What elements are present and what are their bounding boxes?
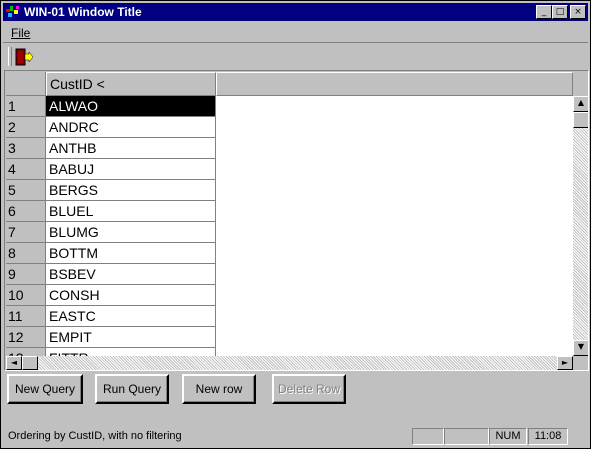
table-row[interactable]: 7 BLUMG [6, 222, 216, 243]
row-header[interactable]: 13 [6, 348, 46, 356]
row-header[interactable]: 8 [6, 243, 46, 264]
custid-cell[interactable]: ANTHB [46, 138, 216, 159]
status-message: Ordering by CustID, with no filtering [8, 430, 182, 442]
custid-cell[interactable]: ANDRC [46, 117, 216, 138]
vertical-scrollbar[interactable]: ▲ ▼ [573, 96, 588, 356]
status-clock: 11:08 [528, 428, 568, 445]
grid-corner[interactable] [6, 72, 46, 96]
row-header[interactable]: 5 [6, 180, 46, 201]
menu-file[interactable]: File [11, 26, 30, 40]
table-row[interactable]: 4 BABUJ [6, 159, 216, 180]
window-title: WIN-01 Window Title [24, 5, 142, 19]
row-header[interactable]: 1 [6, 96, 46, 117]
table-row[interactable]: 12 EMPIT [6, 327, 216, 348]
delete-row-button: Delete Row [272, 374, 346, 404]
custid-cell[interactable]: EASTC [46, 306, 216, 327]
new-query-button[interactable]: New Query [7, 374, 83, 404]
status-num-lock: NUM [489, 428, 527, 445]
maximize-button[interactable]: □ [552, 5, 568, 19]
minimize-button[interactable]: _ [536, 5, 552, 19]
data-grid: CustID < 1 ALWAO 2 ANDRC 3 ANTHB 4 BABUJ 5 BERGS 6… [4, 70, 589, 371]
custid-cell[interactable]: CONSH [46, 285, 216, 306]
title-bar[interactable]: WIN-01 Window Title _ □ × [3, 3, 588, 21]
close-button[interactable]: × [570, 5, 586, 19]
row-header[interactable]: 12 [6, 327, 46, 348]
table-row[interactable]: 1 ALWAO [6, 96, 216, 117]
door-exit-icon[interactable] [14, 47, 34, 67]
table-row[interactable]: 3 ANTHB [6, 138, 216, 159]
scroll-right-button[interactable]: ► [557, 356, 573, 370]
toolbar [3, 42, 588, 71]
app-icon [6, 6, 19, 17]
row-header[interactable]: 10 [6, 285, 46, 306]
custid-cell[interactable]: ALWAO [46, 96, 216, 117]
row-header[interactable]: 11 [6, 306, 46, 327]
status-bar: Ordering by CustID, with no filtering NU… [3, 425, 588, 447]
menu-bar: File [3, 23, 588, 42]
custid-cell[interactable]: BSBEV [46, 264, 216, 285]
table-row[interactable]: 8 BOTTM [6, 243, 216, 264]
status-panel-1 [412, 428, 444, 445]
toolbar-grip[interactable] [8, 47, 12, 66]
column-header-custid[interactable]: CustID < [46, 72, 216, 96]
custid-cell[interactable]: FITTR [46, 348, 216, 356]
custid-cell[interactable]: EMPIT [46, 327, 216, 348]
scroll-up-button[interactable]: ▲ [573, 96, 588, 112]
new-row-button[interactable]: New row [182, 374, 256, 404]
row-header[interactable]: 3 [6, 138, 46, 159]
status-panel-2 [444, 428, 489, 445]
horizontal-scrollbar[interactable]: ◄ ► [6, 356, 573, 370]
custid-cell[interactable]: BABUJ [46, 159, 216, 180]
table-row[interactable]: 13FITTR [6, 348, 216, 356]
scroll-left-button[interactable]: ◄ [6, 356, 22, 370]
custid-cell[interactable]: BLUMG [46, 222, 216, 243]
run-query-button[interactable]: Run Query [95, 374, 169, 404]
scroll-down-button[interactable]: ▼ [573, 340, 588, 356]
table-row[interactable]: 2 ANDRC [6, 117, 216, 138]
table-row[interactable]: 11 EASTC [6, 306, 216, 327]
grid-body: CustID < 1 ALWAO 2 ANDRC 3 ANTHB 4 BABUJ 5 BERGS 6… [6, 72, 573, 356]
row-header[interactable]: 2 [6, 117, 46, 138]
custid-cell[interactable]: BLUEL [46, 201, 216, 222]
row-header[interactable]: 7 [6, 222, 46, 243]
row-header[interactable]: 4 [6, 159, 46, 180]
table-row[interactable]: 9 BSBEV [6, 264, 216, 285]
table-row[interactable]: 5 BERGS [6, 180, 216, 201]
menu-file-label: File [11, 26, 31, 40]
row-header[interactable]: 9 [6, 264, 46, 285]
custid-cell[interactable]: BOTTM [46, 243, 216, 264]
app-window: WIN-01 Window Title _ □ × File CustID < … [0, 0, 591, 449]
custid-cell[interactable]: BERGS [46, 180, 216, 201]
vertical-scroll-thumb[interactable] [573, 112, 588, 128]
scrollbar-corner [573, 356, 588, 370]
table-row[interactable]: 6 BLUEL [6, 201, 216, 222]
horizontal-scroll-thumb[interactable] [22, 356, 38, 370]
column-header-filler [216, 72, 573, 96]
row-header[interactable]: 6 [6, 201, 46, 222]
table-row[interactable]: 10 CONSH [6, 285, 216, 306]
